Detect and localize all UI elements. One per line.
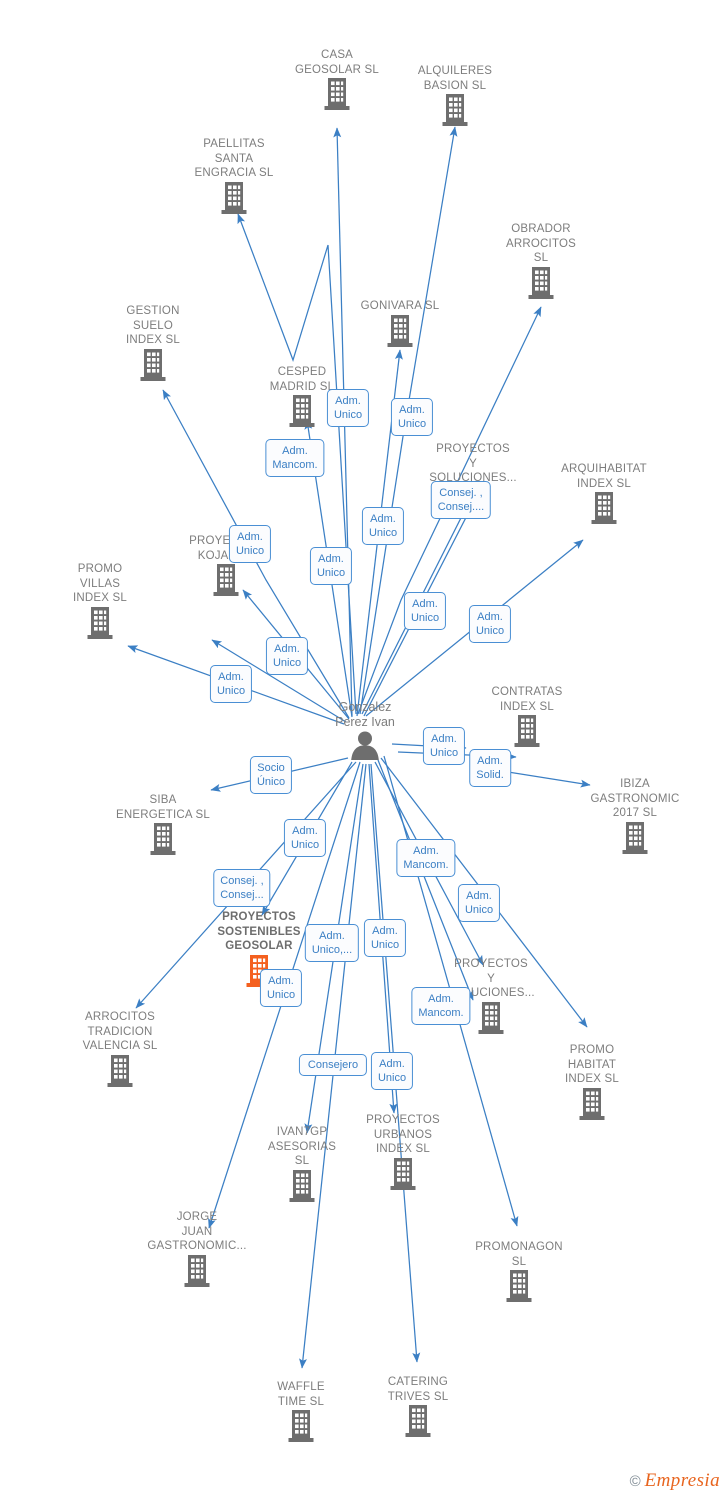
building-icon [405,1405,431,1437]
company-node-obrador-arrocitos[interactable]: OBRADOR ARROCITOS SL [461,222,621,300]
relation-label-r17[interactable]: Consej. , Consej... [213,869,271,907]
building-icon [506,1270,532,1302]
company-node-gestion-suelo[interactable]: GESTION SUELO INDEX SL [73,304,233,382]
company-label: SIBA ENERGETICA SL [116,794,210,821]
relation-label-r23[interactable]: Consejero [298,1054,368,1076]
building-icon [591,492,617,524]
company-node-siba-energetica[interactable]: SIBA ENERGETICA SL [83,793,243,856]
building-icon [213,564,239,596]
company-label: CONTRATAS INDEX SL [491,686,563,713]
company-node-promo-villas[interactable]: PROMO VILLAS INDEX SL [20,562,180,640]
building-icon [221,181,247,214]
relation-label-r04[interactable]: Consej. , Consej.... [430,481,492,519]
relation-label-r24[interactable]: Adm. Unico [370,1052,414,1090]
company-label: PAELLITAS SANTA ENGRACIA SL [194,138,274,179]
building-icon [622,821,648,854]
building-icon [528,266,554,299]
company-node-promo-habitat[interactable]: PROMO HABITAT INDEX SL [512,1043,672,1121]
company-node-arrocitos-tradicion[interactable]: ARROCITOS TRADICION VALENCIA SL [40,1010,200,1088]
company-label: JORGE JUAN GASTRONOMIC... [147,1211,247,1252]
company-label: IVAN7GP ASESORIAS SL [267,1126,337,1167]
relation-label-r09[interactable]: Adm. Unico [468,605,512,643]
building-icon [478,1001,504,1034]
copyright-symbol: © [629,1473,641,1490]
building-icon [289,1169,315,1202]
building-icon [390,1157,416,1190]
company-label: IBIZA GASTRONOMIC 2017 SL [590,778,680,819]
relation-label-r03[interactable]: Adm. Mancom. [265,439,325,477]
company-label: GESTION SUELO INDEX SL [125,305,180,346]
relation-label-r22[interactable]: Adm. Mancom. [411,987,471,1025]
watermark: © Empresia [630,1470,720,1492]
company-node-jorge-juan[interactable]: JORGE JUAN GASTRONOMIC... [117,1210,277,1288]
company-node-paellitas-santa[interactable]: PAELLITAS SANTA ENGRACIA SL [154,137,314,215]
relationship-diagram-canvas: CASA GEOSOLAR SL ALQUILERES BASION SL PA… [0,0,728,1500]
company-node-arquihabitat-index[interactable]: ARQUIHABITAT INDEX SL [524,462,684,525]
company-label: ARROCITOS TRADICION VALENCIA SL [82,1011,158,1052]
relation-label-r06[interactable]: Adm. Unico [228,525,272,563]
company-label: OBRADOR ARROCITOS SL [506,223,576,264]
relation-label-r16[interactable]: Adm. Mancom. [396,839,456,877]
building-icon [324,78,350,110]
building-icon [514,715,540,747]
relation-label-r02[interactable]: Adm. Unico [390,398,434,436]
company-label: ALQUILERES BASION SL [417,65,493,92]
company-label: CATERING TRIVES SL [387,1376,449,1403]
building-icon [288,1410,314,1442]
building-icon [289,395,315,427]
company-label: ARQUIHABITAT INDEX SL [561,463,647,490]
relation-label-r14[interactable]: Socio Único [249,756,293,794]
building-icon [87,606,113,639]
relation-label-r21[interactable]: Adm. Unico [259,969,303,1007]
building-icon [184,1254,210,1287]
brand-name: Empresia [644,1470,720,1491]
company-label: PROMO HABITAT INDEX SL [564,1044,619,1085]
relation-label-r19[interactable]: Adm. Unico,... [304,924,360,962]
company-node-alquileres-basion[interactable]: ALQUILERES BASION SL [375,64,535,127]
company-label: PROYECTOS KOJAK SL [189,535,263,562]
building-icon [579,1087,605,1120]
company-node-ivan7gp-asesorias[interactable]: IVAN7GP ASESORIAS SL [222,1125,382,1203]
person-icon [351,731,379,760]
relation-label-r15[interactable]: Adm. Unico [283,819,327,857]
company-label: GONIVARA SL [360,300,440,312]
relation-label-r01[interactable]: Adm. Unico [326,389,370,427]
relation-label-r20[interactable]: Adm. Unico [363,919,407,957]
person-node-gonzalez-perez-ivan[interactable]: Gonzalez Perez Ivan [285,700,445,760]
relation-label-r10[interactable]: Adm. Unico [265,637,309,675]
building-icon [442,94,468,126]
building-icon [387,314,413,347]
company-node-gonivara[interactable]: GONIVARA SL [320,299,480,348]
company-label: PROMO VILLAS INDEX SL [72,563,127,604]
relation-label-r18[interactable]: Adm. Unico [457,884,501,922]
relation-label-r11[interactable]: Adm. Unico [209,665,253,703]
relation-label-r07[interactable]: Adm. Unico [309,547,353,585]
building-icon [140,348,166,381]
person-label: Gonzalez Perez Ivan [335,700,395,729]
company-node-contratas-index[interactable]: CONTRATAS INDEX SL [447,685,607,748]
building-icon [150,823,176,855]
company-node-catering-trives[interactable]: CATERING TRIVES SL [338,1375,498,1438]
relation-label-r08[interactable]: Adm. Unico [403,592,447,630]
relation-label-r05[interactable]: Adm. Unico [361,507,405,545]
building-icon [107,1054,133,1087]
relation-label-r13[interactable]: Adm. Solid. [469,749,511,787]
company-node-promonagon[interactable]: PROMONAGON SL [439,1240,599,1303]
company-node-ibiza-gastronomic[interactable]: IBIZA GASTRONOMIC 2017 SL [555,777,715,855]
company-label: PROMONAGON SL [475,1241,563,1268]
